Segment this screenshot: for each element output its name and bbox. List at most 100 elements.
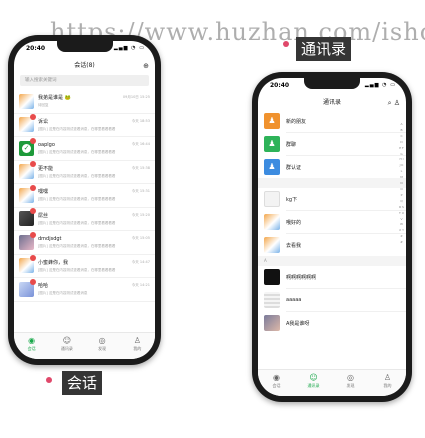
plus-circle-icon[interactable]: ⊕ xyxy=(143,59,149,73)
section-header xyxy=(258,178,406,188)
add-user-icon[interactable]: ♙ xyxy=(394,99,400,107)
search-input[interactable]: 输入搜索关键词 xyxy=(20,75,149,86)
conversation-preview: [图片] 这是在内容测试查看消息，在哪里看看看看 xyxy=(38,243,116,248)
conversation-preview: [图片] 这是在内容测试查看消息，在哪里看看看看 xyxy=(38,173,116,178)
caption-dot xyxy=(283,41,289,47)
tab-label: 通讯录 xyxy=(60,346,73,351)
conversation-item[interactable]: 嘿嘿 [图片] 这是在内容测试查看消息，在哪里看看看看 今天 15:31 xyxy=(14,184,155,208)
conversation-preview: [图片] 这是在内容测试查看消息，在哪里看看看看 xyxy=(38,197,116,202)
contact-name: A我是谁呀 xyxy=(286,320,310,327)
contact-item[interactable]: 啊啊啊啊啊啊 xyxy=(258,266,406,288)
conversation-item[interactable]: ✓ oaplgo [图片] 这是在内容测试查看消息，在哪里看看看看 今天 16:… xyxy=(14,137,155,161)
tab-bar: ◉ 会话 ☺ 通讯录 ◎ 发现 ♙ 我的 xyxy=(258,369,406,396)
avatar xyxy=(264,292,280,308)
section-header: A xyxy=(258,256,406,266)
avatar: ✓ xyxy=(19,137,36,156)
group-chat-item[interactable]: ♟ 群聊 xyxy=(258,133,406,155)
contact-name: aaaaa xyxy=(286,297,302,303)
nav-bar: 通讯录 ⌕ ♙ xyxy=(258,96,406,110)
caption-conversation: 会话 xyxy=(62,371,103,395)
avatar xyxy=(264,237,280,253)
screen-contacts: 20:40 ▂▄▆ ◔ ▭ 通讯录 ⌕ ♙ ♟ 新的朋友 ♟ 群聊 ♟ 群认证 xyxy=(258,78,406,396)
phone-conversations: 20:40 ▂▄▆ ◔ ▭ 会话(8) ⊕ 输入搜索关键词 我弟是谁是 🐸 待回… xyxy=(8,35,161,365)
alphabet-index[interactable]: A B C D E F G H I J K L M N O P Q R S T … xyxy=(399,122,404,246)
contact-name: 群认证 xyxy=(286,164,302,171)
avatar xyxy=(19,278,36,297)
phone-notch xyxy=(304,78,360,89)
compass-icon: ◎ xyxy=(347,373,354,382)
tab-label: 我的 xyxy=(133,346,142,351)
unread-badge xyxy=(30,184,36,191)
unread-badge xyxy=(30,114,36,121)
tab-label: 发现 xyxy=(346,383,355,388)
unread-badge xyxy=(30,208,36,215)
page-title: 会话(8) xyxy=(74,62,95,69)
contact-item[interactable]: A我是谁呀 xyxy=(258,312,406,334)
conversation-time: 今天 15:31 xyxy=(131,189,150,193)
screen-conversations: 20:40 ▂▄▆ ◔ ▭ 会话(8) ⊕ 输入搜索关键词 我弟是谁是 🐸 待回… xyxy=(14,41,155,359)
contact-item[interactable]: 哦好的 xyxy=(258,211,406,233)
tab-contacts[interactable]: ☺ 通讯录 xyxy=(295,370,332,396)
avatar xyxy=(264,269,280,285)
conversation-time: 09月10日 15:25 xyxy=(122,95,150,99)
contact-name: 啊啊啊啊啊啊 xyxy=(286,274,317,281)
conversation-item[interactable]: 小蜜蜂你，我 [图片] 这是在内容测试查看消息，在哪里看看看看 今天 14:47 xyxy=(14,255,155,278)
chat-icon: ◉ xyxy=(28,336,36,345)
conversation-time: 今天 18:53 xyxy=(131,118,150,123)
contact-name: 群聊 xyxy=(286,141,297,148)
status-time: 20:40 xyxy=(26,45,46,52)
avatar xyxy=(19,184,36,203)
avatar xyxy=(19,208,36,227)
contacts-icon: ☺ xyxy=(62,336,72,345)
conversation-item[interactable]: 屌丝 [图片] 这是在内容测试查看消息，在哪里看看看看 今天 15:20 xyxy=(14,208,155,231)
group-verify-item[interactable]: ♟ 群认证 xyxy=(258,156,406,178)
conversation-list: 我弟是谁是 🐸 待回复 09月10日 15:25 诉讼 [图片] 这是在内容测试… xyxy=(14,90,155,302)
tab-me[interactable]: ♙ 我的 xyxy=(120,333,155,359)
nav-bar: 会话(8) ⊕ xyxy=(14,59,155,73)
contact-item[interactable]: 去看我 xyxy=(258,234,406,256)
user-icon: ♙ xyxy=(383,373,392,382)
conversation-preview: [图片] 这是在内容测试查看消息 xyxy=(38,291,88,296)
tab-me[interactable]: ♙ 我的 xyxy=(369,370,406,396)
unread-badge xyxy=(30,137,36,144)
conversation-time: 今天 14:47 xyxy=(131,259,150,264)
contact-item[interactable]: aaaaa xyxy=(258,289,406,311)
new-friends-item[interactable]: ♟ 新的朋友 xyxy=(258,110,406,132)
avatar xyxy=(264,214,280,230)
tab-label: 通讯录 xyxy=(307,383,320,388)
conversation-preview: [图片] 这是在内容测试查看消息，在哪里看看看看 xyxy=(38,267,116,272)
conversation-item[interactable]: 哈哈 [图片] 这是在内容测试查看消息 今天 14:21 xyxy=(14,278,155,302)
tab-discover[interactable]: ◎ 发现 xyxy=(85,333,120,359)
user-icon: ♙ xyxy=(133,336,141,345)
nav-actions: ⌕ ♙ xyxy=(388,96,400,110)
tab-bar: ◉ 会话 ☺ 通讯录 ◎ 发现 ♙ 我的 xyxy=(14,332,155,359)
badge-icon: ♟ xyxy=(264,159,280,175)
caption-dot xyxy=(46,377,52,383)
tab-label: 发现 xyxy=(98,346,107,351)
conversation-item[interactable]: 更不能 [图片] 这是在内容测试查看消息，在哪里看看看看 今天 15:38 xyxy=(14,161,155,184)
conversation-preview: [图片] 这是在内容测试查看消息，在哪里看看看看 xyxy=(38,126,116,131)
tab-conversations[interactable]: ◉ 会话 xyxy=(14,333,49,359)
conversation-item[interactable]: 诉讼 [图片] 这是在内容测试查看消息，在哪里看看看看 今天 18:53 xyxy=(14,114,155,137)
unread-badge xyxy=(30,231,36,238)
contacts-icon: ☺ xyxy=(309,373,318,382)
avatar xyxy=(19,114,36,133)
conversation-time: 今天 14:21 xyxy=(131,283,150,287)
contact-name: 新的朋友 xyxy=(286,118,307,125)
status-icons: ▂▄▆ ◔ ▭ xyxy=(364,82,396,88)
caption-contacts: 通讯录 xyxy=(296,37,352,61)
tab-discover[interactable]: ◎ 发现 xyxy=(332,370,369,396)
conversation-time: 今天 15:20 xyxy=(131,212,150,217)
avatar xyxy=(19,93,34,109)
page-title: 通讯录 xyxy=(322,99,341,106)
contact-list: ♟ 新的朋友 ♟ 群聊 ♟ 群认证 kg下 哦好的 去看我 A 啊啊啊啊啊啊 a… xyxy=(258,110,406,334)
conversation-time: 今天 15:38 xyxy=(131,165,150,170)
conversation-item[interactable]: dmdjsdgt [图片] 这是在内容测试查看消息，在哪里看看看看 今天 15:… xyxy=(14,231,155,255)
conversation-item[interactable]: 我弟是谁是 🐸 待回复 09月10日 15:25 xyxy=(14,90,155,114)
search-icon[interactable]: ⌕ xyxy=(388,99,392,107)
tab-label: 会话 xyxy=(272,383,281,388)
tab-contacts[interactable]: ☺ 通讯录 xyxy=(49,333,84,359)
group-icon: ♟ xyxy=(264,136,280,152)
tab-conversations[interactable]: ◉ 会话 xyxy=(258,370,295,396)
contact-item[interactable]: kg下 xyxy=(258,188,406,210)
